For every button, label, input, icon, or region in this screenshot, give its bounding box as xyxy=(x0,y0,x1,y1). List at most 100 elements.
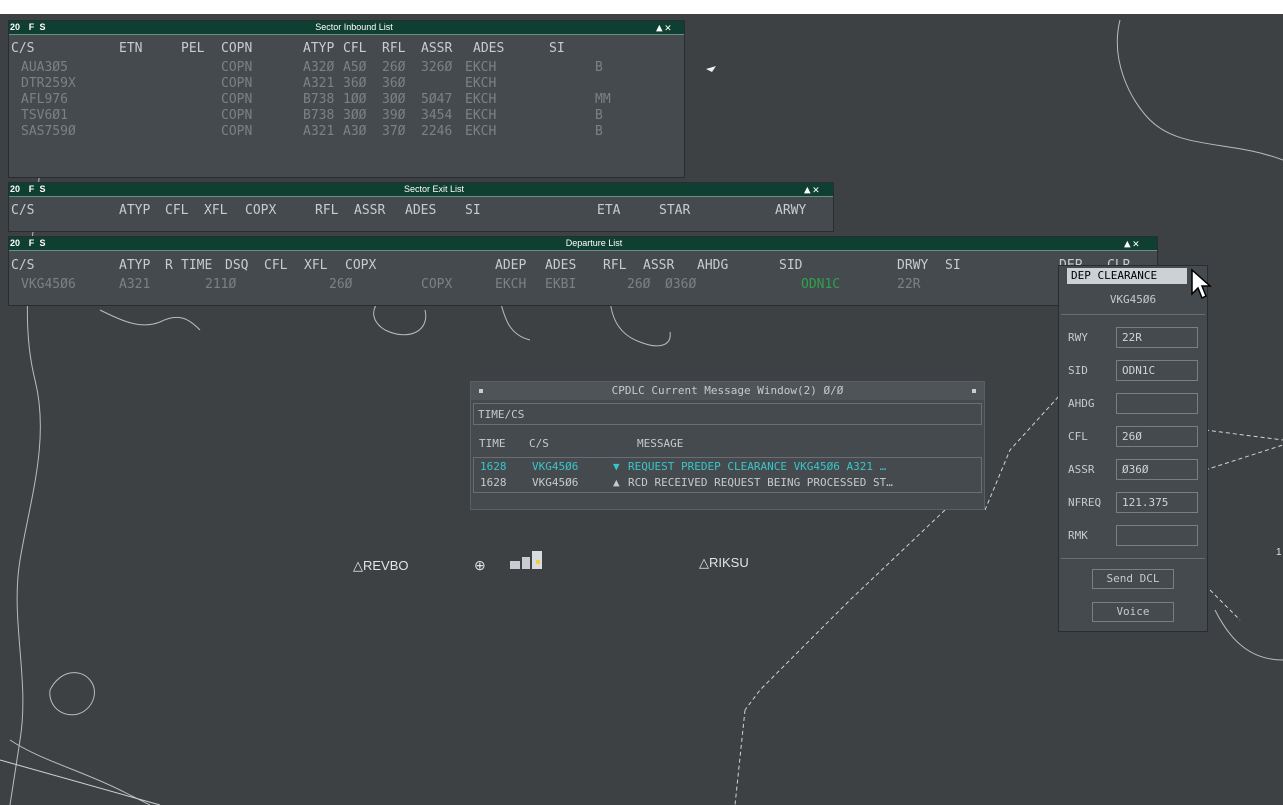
cell-atyp[interactable]: B738 xyxy=(303,108,334,124)
sort-button[interactable]: S xyxy=(36,237,49,250)
col-time[interactable]: TIME xyxy=(181,258,212,274)
sector-exit-list-window[interactable]: 20 F S Sector Exit List ▲ ✕ C/S ATYP CFL … xyxy=(8,182,834,232)
departure-window-controls[interactable]: ▲ ✕ xyxy=(1124,237,1139,250)
col-eta[interactable]: ETA xyxy=(597,203,620,219)
exit-window-controls[interactable]: ▲ ✕ xyxy=(804,183,819,196)
col-star[interactable]: STAR xyxy=(659,203,690,219)
close-icon[interactable]: ✕ xyxy=(813,183,820,196)
cpdlc-sort-header[interactable]: TIME/CS xyxy=(473,403,982,425)
col-xfl[interactable]: XFL xyxy=(204,203,227,219)
col-pel[interactable]: PEL xyxy=(181,41,204,57)
table-row[interactable]: DTR259X COPN A321 36Ø 36Ø EKCH xyxy=(9,76,679,92)
col-etn[interactable]: ETN xyxy=(119,41,142,57)
cell-si[interactable]: MM xyxy=(595,92,611,108)
dep-clearance-title[interactable]: DEP CLEARANCE xyxy=(1067,268,1187,284)
close-icon[interactable]: ✕ xyxy=(665,21,672,34)
cell-rfl[interactable]: 36Ø xyxy=(382,76,405,92)
field-input-ahdg[interactable] xyxy=(1116,393,1198,414)
cell-rfl[interactable]: 26Ø xyxy=(627,277,650,293)
col-cs[interactable]: C/S xyxy=(11,258,34,274)
cell-si[interactable]: B xyxy=(595,108,603,124)
inbound-window-controls[interactable]: ▲ ✕ xyxy=(656,21,671,34)
col-cfl[interactable]: CFL xyxy=(264,258,287,274)
field-input-nfreq[interactable]: 121.375 xyxy=(1116,492,1198,513)
sector-inbound-list-window[interactable]: 20 F S Sector Inbound List ▲ ✕ C/S ETN PE… xyxy=(8,20,685,178)
cell-cfl[interactable]: 3ØØ xyxy=(343,108,366,124)
cell-cs[interactable]: VKG45Ø6 xyxy=(21,277,76,293)
cell-ades[interactable]: EKCH xyxy=(465,76,496,92)
col-assr[interactable]: ASSR xyxy=(354,203,385,219)
col-drwy[interactable]: DRWY xyxy=(897,258,928,274)
col-cs[interactable]: C/S xyxy=(11,203,34,219)
cell-cs[interactable]: TSV6Ø1 xyxy=(21,108,68,124)
cell-adep[interactable]: EKCH xyxy=(495,277,526,293)
departure-list-window[interactable]: 20 F S Departure List ▲ ✕ C/S ATYP R TIME… xyxy=(8,236,1158,306)
cell-atyp[interactable]: B738 xyxy=(303,92,334,108)
cell-copn[interactable]: COPN xyxy=(221,60,252,76)
minimize-icon[interactable]: ▲ xyxy=(1124,237,1131,250)
exit-title-bar[interactable]: 20 F S Sector Exit List ▲ ✕ xyxy=(9,183,833,197)
col-assr[interactable]: ASSR xyxy=(643,258,674,274)
table-row[interactable]: AFL976 COPN B738 1ØØ 3ØØ 5Ø47 EKCH MM xyxy=(9,92,679,108)
cell-rfl[interactable]: 3ØØ xyxy=(382,92,405,108)
col-si[interactable]: SI xyxy=(465,203,481,219)
col-r[interactable]: R xyxy=(165,258,173,274)
col-ahdg[interactable]: AHDG xyxy=(697,258,728,274)
field-input-rwy[interactable]: 22R xyxy=(1116,327,1198,348)
minimize-icon[interactable]: ▲ xyxy=(804,183,811,196)
cell-si[interactable]: B xyxy=(595,60,603,76)
col-cfl[interactable]: CFL xyxy=(165,203,188,219)
cell-copn[interactable]: COPN xyxy=(221,108,252,124)
cell-cfl[interactable]: 1ØØ xyxy=(343,92,366,108)
cell-assr[interactable]: Ø36Ø xyxy=(665,277,696,293)
cpdlc-message-window[interactable]: CPDLC Current Message Window(2) Ø/Ø TIME… xyxy=(470,381,985,510)
col-atyp[interactable]: ATYP xyxy=(303,41,334,57)
level-filter-button[interactable]: 20 xyxy=(9,21,25,34)
col-atyp[interactable]: ATYP xyxy=(119,258,150,274)
departure-title-bar[interactable]: 20 F S Departure List ▲ ✕ xyxy=(9,237,1157,251)
cell-copn[interactable]: COPN xyxy=(221,92,252,108)
cell-atyp[interactable]: A321 xyxy=(303,124,334,140)
col-ades[interactable]: ADES xyxy=(545,258,576,274)
inbound-title-bar[interactable]: 20 F S Sector Inbound List ▲ ✕ xyxy=(9,21,684,35)
field-input-rmk[interactable] xyxy=(1116,525,1198,546)
minimize-icon[interactable]: ▲ xyxy=(656,21,663,34)
sort-button[interactable]: S xyxy=(36,21,49,34)
col-ades[interactable]: ADES xyxy=(405,203,436,219)
cell-time[interactable]: 211Ø xyxy=(205,277,236,293)
cell-rfl[interactable]: 37Ø xyxy=(382,124,405,140)
fix-revbo[interactable]: △REVBO xyxy=(353,558,409,574)
col-rfl[interactable]: RFL xyxy=(603,258,626,274)
send-dcl-button[interactable]: Send DCL xyxy=(1092,569,1174,589)
cell-cfl[interactable]: A3Ø xyxy=(343,124,366,140)
col-atyp[interactable]: ATYP xyxy=(119,203,150,219)
cell-ades[interactable]: EKBI xyxy=(545,277,576,293)
cell-sid[interactable]: ODN1C xyxy=(801,277,840,293)
level-filter-button[interactable]: 20 xyxy=(9,183,25,196)
cell-cfl[interactable]: 26Ø xyxy=(329,277,352,293)
col-sid[interactable]: SID xyxy=(779,258,802,274)
cell-assr[interactable]: 2246 xyxy=(421,124,452,140)
cpdlc-message-list[interactable]: 1628 VKG45Ø6 ▼ REQUEST PREDEP CLEARANCE … xyxy=(473,457,982,493)
col-xfl[interactable]: XFL xyxy=(304,258,327,274)
col-copn[interactable]: COPN xyxy=(221,41,252,57)
col-ades[interactable]: ADES xyxy=(473,41,504,57)
cell-cs[interactable]: AUA3Ø5 xyxy=(21,60,68,76)
fix-riksu[interactable]: △RIKSU xyxy=(699,555,749,571)
table-row[interactable]: AUA3Ø5 COPN A32Ø A5Ø 26Ø 326Ø EKCH B xyxy=(9,60,679,76)
cell-rfl[interactable]: 39Ø xyxy=(382,108,405,124)
cell-atyp[interactable]: A321 xyxy=(119,277,150,293)
col-si[interactable]: SI xyxy=(549,41,565,57)
cell-ades[interactable]: EKCH xyxy=(465,92,496,108)
cell-atyp[interactable]: A32Ø xyxy=(303,60,334,76)
cell-cs[interactable]: DTR259X xyxy=(21,76,76,92)
cell-cs[interactable]: SAS759Ø xyxy=(21,124,76,140)
cell-ades[interactable]: EKCH xyxy=(465,60,496,76)
cell-drwy[interactable]: 22R xyxy=(897,277,920,293)
cell-si[interactable]: B xyxy=(595,124,603,140)
cell-ades[interactable]: EKCH xyxy=(465,124,496,140)
window-menu-icon[interactable] xyxy=(479,389,483,393)
table-row[interactable]: SAS759Ø COPN A321 A3Ø 37Ø 2246 EKCH B xyxy=(9,124,679,140)
cell-copx[interactable]: COPX xyxy=(421,277,452,293)
field-input-sid[interactable]: ODN1C xyxy=(1116,360,1198,381)
